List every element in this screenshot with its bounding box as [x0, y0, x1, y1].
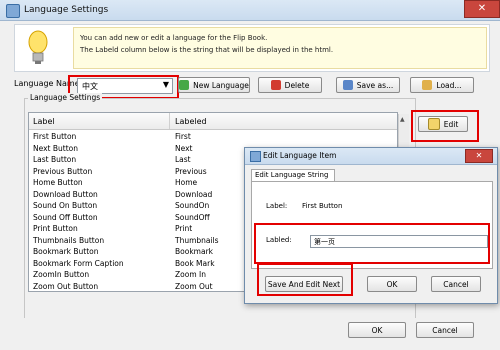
row-label-cell: First Button [33, 132, 77, 141]
dialog-cancel-button[interactable]: Cancel [431, 276, 481, 292]
dialog-app-icon [250, 151, 261, 162]
new-language-label: New Language [193, 80, 249, 90]
delete-button[interactable]: Delete [258, 77, 322, 93]
row-label-cell: Sound On Button [33, 201, 98, 210]
folder-icon [422, 80, 433, 90]
new-language-button[interactable]: New Language [178, 77, 250, 93]
info-line-1: You can add new or edit a language for t… [80, 34, 268, 42]
delete-icon [270, 80, 281, 90]
row-labeled-cell: Print [175, 224, 193, 233]
row-labeled-cell: Next [175, 143, 193, 153]
row-label-cell: Sound Off Button [33, 212, 98, 222]
row-label-cell: Home Button [33, 178, 83, 187]
row-labeled-cell: Home [175, 178, 198, 187]
title-bar: Language Settings ✕ [0, 0, 500, 21]
row-labeled-cell: Book Mark [175, 258, 215, 268]
row-label-cell: Bookmark Button [33, 247, 99, 256]
tab-edit-language-string[interactable]: Edit Language String [251, 169, 335, 181]
row-label-cell: Zoom Out Button [33, 281, 99, 291]
save-and-edit-next-highlight [257, 263, 353, 296]
load-label: Load... [436, 80, 462, 90]
dialog-ok-button[interactable]: OK [367, 276, 417, 292]
table-header: Label Labeled [29, 113, 397, 130]
dialog-title: Edit Language Item [263, 151, 337, 160]
column-labeled-header[interactable]: Labeled [175, 117, 207, 126]
row-label-cell: Next Button [33, 143, 78, 153]
language-settings-group-label: Language Settings [28, 93, 103, 102]
footer-ok-button[interactable]: OK [348, 322, 406, 338]
row-label-cell: ZoomIn Button [33, 270, 90, 279]
save-as-button[interactable]: Save as... [336, 77, 400, 93]
row-labeled-cell: Last [175, 155, 191, 164]
edit-button-highlight [411, 110, 479, 142]
row-label-cell: Last Button [33, 155, 77, 164]
row-labeled-cell: SoundOn [175, 201, 210, 210]
delete-label: Delete [284, 80, 310, 90]
labled-input-highlight [254, 223, 490, 264]
row-labeled-cell: Bookmark [175, 247, 213, 256]
row-labeled-cell: Thumbnails [175, 235, 219, 245]
row-labeled-cell: Zoom In [175, 270, 206, 279]
info-message: You can add new or edit a language for t… [73, 27, 487, 69]
info-line-2: The Labeld column below is the string th… [80, 46, 334, 54]
footer-cancel-button[interactable]: Cancel [416, 322, 474, 338]
info-panel: You can add new or edit a language for t… [14, 24, 490, 72]
column-divider [169, 113, 170, 129]
window-close-button[interactable]: ✕ [464, 0, 500, 18]
footer-cancel-label: Cancel [432, 325, 458, 335]
row-label-cell: Print Button [33, 224, 78, 233]
row-label-cell: Bookmark Form Caption [33, 258, 124, 268]
edit-language-item-dialog: Edit Language Item ✕ Edit Language Strin… [244, 147, 498, 304]
row-label-cell: Thumbnails Button [33, 235, 105, 245]
dialog-close-button[interactable]: ✕ [465, 149, 493, 163]
add-icon [179, 80, 190, 90]
row-label-cell: Previous Button [33, 166, 93, 176]
row-labeled-cell: SoundOff [175, 212, 210, 222]
language-settings-window: Language Settings ✕ You can add new or e… [0, 0, 500, 350]
scroll-up-icon[interactable]: ▲ [400, 116, 405, 123]
dialog-title-bar: Edit Language Item ✕ [245, 148, 497, 165]
table-row[interactable]: First Button First [29, 131, 397, 143]
load-button[interactable]: Load... [410, 77, 474, 93]
row-labeled-cell: First [175, 132, 191, 141]
column-label-header[interactable]: Label [33, 117, 55, 126]
row-labeled-cell: Download [175, 189, 213, 199]
footer-ok-label: OK [371, 325, 383, 335]
row-labeled-cell: Previous [175, 166, 207, 176]
dialog-cancel-label: Cancel [443, 279, 469, 289]
save-as-label: Save as... [356, 80, 394, 90]
lightbulb-icon [28, 30, 48, 64]
label-caption: Label: [266, 202, 288, 210]
app-icon [6, 4, 20, 18]
save-icon [342, 80, 353, 90]
label-value: First Button [302, 202, 343, 210]
row-labeled-cell: Zoom Out [175, 281, 213, 291]
window-title: Language Settings [24, 5, 109, 15]
row-label-cell: Download Button [33, 189, 98, 199]
dialog-ok-label: OK [386, 279, 398, 289]
